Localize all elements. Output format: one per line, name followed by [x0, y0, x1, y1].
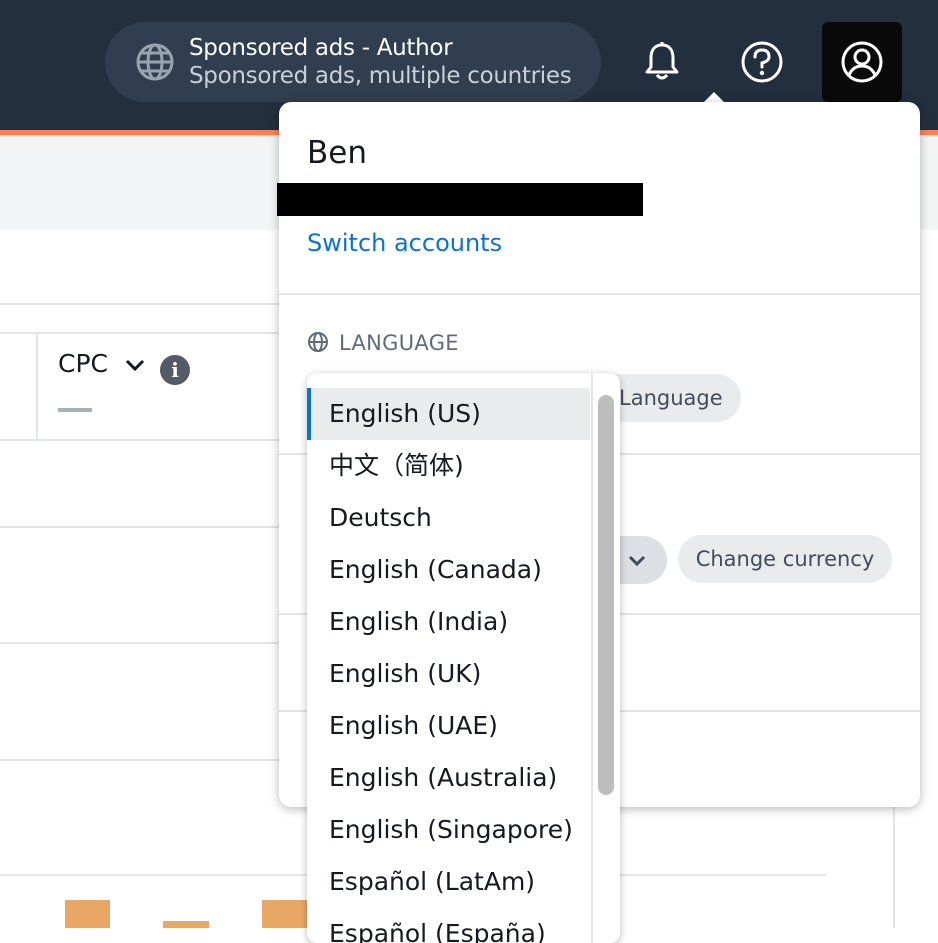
user-circle-icon — [841, 41, 883, 83]
chart-bar — [65, 900, 110, 928]
column-divider — [36, 333, 38, 440]
account-subtitle: Sponsored ads, multiple countries — [189, 63, 572, 89]
switch-accounts-link[interactable]: Switch accounts — [307, 229, 502, 257]
chart-bar — [262, 900, 307, 928]
chart-bar — [163, 921, 209, 928]
globe-icon — [308, 332, 328, 352]
chevron-down-icon — [628, 555, 646, 567]
info-icon[interactable]: i — [160, 355, 190, 385]
scrollbar-thumb[interactable] — [598, 395, 614, 795]
redacted-email — [277, 183, 643, 216]
divider — [279, 293, 920, 295]
change-currency-button[interactable]: Change currency — [678, 535, 892, 583]
help-icon — [741, 41, 783, 83]
language-option-english-singapore[interactable]: English (Singapore) — [307, 804, 590, 856]
language-option-english-australia[interactable]: English (Australia) — [307, 752, 590, 804]
scrollbar-track — [591, 373, 593, 943]
divider — [0, 759, 280, 761]
bell-icon — [645, 42, 679, 80]
help-button[interactable] — [722, 22, 802, 102]
language-option-english-canada[interactable]: English (Canada) — [307, 544, 590, 596]
cpc-column-header[interactable]: CPC — [58, 349, 108, 378]
globe-icon — [136, 43, 174, 81]
profile-button[interactable] — [822, 22, 902, 102]
divider — [0, 332, 280, 334]
panel-border — [893, 806, 895, 928]
account-title: Sponsored ads - Author — [189, 35, 453, 61]
notifications-button[interactable] — [622, 22, 702, 102]
language-heading: LANGUAGE — [307, 331, 459, 355]
cpc-empty-value — [58, 408, 92, 412]
chevron-down-icon[interactable] — [124, 354, 146, 376]
language-option-chinese-simplified[interactable]: 中文（简体) — [307, 440, 590, 492]
divider — [0, 526, 280, 528]
language-option-deutsch[interactable]: Deutsch — [307, 492, 590, 544]
user-name: Ben — [307, 135, 367, 171]
language-option-espanol-latam[interactable]: Español (LatAm) — [307, 856, 590, 908]
language-option-english-india[interactable]: English (India) — [307, 596, 590, 648]
divider — [0, 439, 280, 441]
divider — [0, 303, 280, 305]
account-selector[interactable]: Sponsored ads - Author Sponsored ads, mu… — [105, 22, 601, 102]
divider — [0, 642, 280, 644]
language-option-english-us[interactable]: English (US) — [307, 388, 590, 440]
language-option-espanol-espana[interactable]: Español (España) — [307, 908, 590, 943]
language-option-english-uk[interactable]: English (UK) — [307, 648, 590, 700]
language-heading-text: LANGUAGE — [339, 331, 459, 355]
language-option-english-uae[interactable]: English (UAE) — [307, 700, 590, 752]
language-dropdown[interactable]: English (US) 中文（简体) Deutsch English (Can… — [307, 373, 620, 943]
